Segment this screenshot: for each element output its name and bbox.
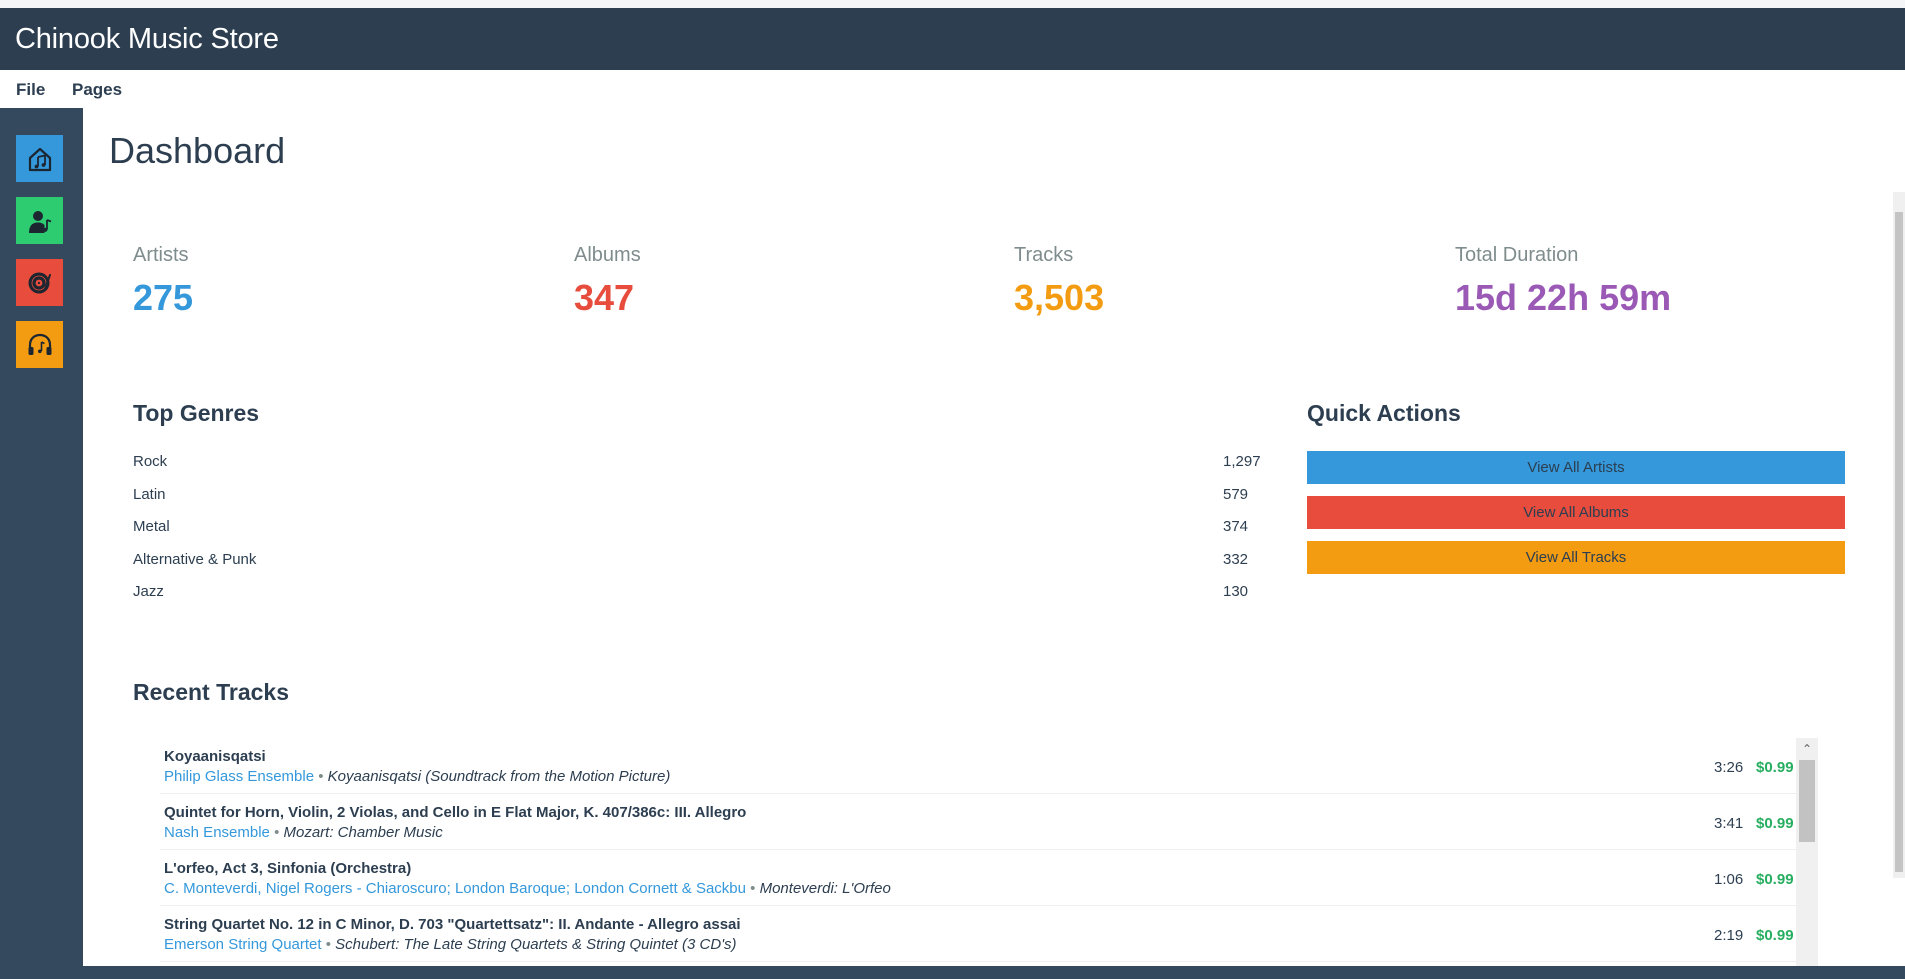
separator: • [318, 768, 328, 785]
track-price: $0.99 [1756, 871, 1794, 888]
track-duration: 1:06 [1714, 871, 1744, 888]
track-meta: Emerson String Quartet • Schubert: The L… [164, 936, 737, 953]
track-meta: C. Monteverdi, Nigel Rogers - Chiaroscur… [164, 880, 891, 897]
stat-value: 275 [133, 277, 194, 318]
genre-name: Rock [133, 453, 168, 470]
stat-value: 347 [574, 277, 635, 318]
genre-name: Metal [133, 518, 170, 535]
sidebar [0, 108, 83, 979]
track-row[interactable]: String Quartet No. 12 in C Minor, D. 703… [160, 906, 1796, 962]
recent-tracks-title: Recent Tracks [133, 679, 289, 705]
track-meta: Philip Glass Ensemble • Koyaanisqatsi (S… [164, 768, 670, 785]
stat-tracks: Tracks 3,503 [1014, 244, 1104, 319]
vinyl-record-icon [28, 272, 51, 293]
app-header: Chinook Music Store [0, 8, 1905, 70]
page-scrollbar[interactable] [1893, 192, 1905, 878]
genre-name: Jazz [133, 583, 164, 600]
track-name: Quintet for Horn, Violin, 2 Violas, and … [164, 804, 747, 821]
home-music-icon [28, 147, 51, 171]
headphones-icon [28, 333, 51, 355]
menu-file[interactable]: File [16, 80, 45, 100]
tracks-scrollbar-thumb[interactable] [1799, 760, 1815, 842]
separator: • [325, 936, 336, 953]
sidebar-item-tracks[interactable] [16, 321, 63, 368]
view-all-albums-button[interactable]: View All Albums [1307, 496, 1845, 529]
view-all-artists-button[interactable]: View All Artists [1307, 451, 1845, 484]
track-artist-link[interactable]: Philip Glass Ensemble [164, 768, 314, 785]
track-album: Mozart: Chamber Music [283, 824, 443, 841]
track-row[interactable]: L'orfeo, Act 3, Sinfonia (Orchestra) C. … [160, 850, 1796, 906]
genre-row: Metal 374 [133, 518, 1258, 550]
view-all-tracks-button[interactable]: View All Tracks [1307, 541, 1845, 574]
track-price: $0.99 [1756, 815, 1794, 832]
track-row[interactable]: Koyaanisqatsi Philip Glass Ensemble • Ko… [160, 738, 1796, 794]
genre-count: 579 [1223, 486, 1249, 503]
genre-count: 1,297 [1223, 453, 1261, 470]
stat-label: Albums [574, 244, 641, 266]
track-artist-link[interactable]: Nash Ensemble [164, 824, 270, 841]
track-price: $0.99 [1756, 927, 1794, 944]
track-duration: 2:19 [1714, 927, 1744, 944]
track-artist-link[interactable]: C. Monteverdi, Nigel Rogers - Chiaroscur… [164, 880, 746, 897]
quick-actions-title: Quick Actions [1307, 400, 1461, 426]
artist-icon [28, 210, 51, 233]
page-title: Dashboard [109, 130, 286, 171]
stat-label: Total Duration [1455, 244, 1579, 266]
stat-artists: Artists 275 [133, 244, 193, 319]
genre-row: Alternative & Punk 332 [133, 551, 1258, 583]
stat-value: 15d 22h 59m [1455, 277, 1672, 318]
separator: • [750, 880, 760, 897]
menu-bar: File Pages [0, 70, 1905, 108]
genre-row: Jazz 130 [133, 583, 1258, 615]
page-scrollbar-thumb[interactable] [1895, 212, 1903, 872]
track-meta: Nash Ensemble • Mozart: Chamber Music [164, 824, 443, 841]
stat-total-duration: Total Duration 15d 22h 59m [1455, 244, 1671, 319]
sidebar-item-artists[interactable] [16, 197, 63, 244]
stat-label: Tracks [1014, 244, 1074, 266]
app-title: Chinook Music Store [15, 23, 279, 55]
track-price: $0.99 [1756, 759, 1794, 776]
track-album: Monteverdi: L'Orfeo [759, 880, 891, 897]
genre-row: Rock 1,297 [133, 453, 1261, 485]
tracks-scrollbar[interactable]: ⌃ [1796, 738, 1818, 966]
genre-count: 130 [1223, 583, 1249, 600]
genre-count: 332 [1223, 551, 1249, 568]
genre-name: Latin [133, 486, 166, 503]
track-duration: 3:26 [1714, 759, 1744, 776]
track-name: String Quartet No. 12 in C Minor, D. 703… [164, 916, 741, 933]
scroll-up-arrow-icon[interactable]: ⌃ [1796, 738, 1818, 760]
sidebar-item-home[interactable] [16, 135, 63, 182]
genre-name: Alternative & Punk [133, 551, 257, 568]
track-album: Schubert: The Late String Quartets & Str… [335, 936, 737, 953]
track-name: Koyaanisqatsi [164, 748, 266, 765]
recent-tracks-list: Koyaanisqatsi Philip Glass Ensemble • Ko… [160, 738, 1796, 966]
window-top-strip [0, 0, 1905, 8]
track-row[interactable]: Quintet for Horn, Violin, 2 Violas, and … [160, 794, 1796, 850]
genre-count: 374 [1223, 518, 1249, 535]
stat-albums: Albums 347 [574, 244, 641, 319]
sidebar-item-albums[interactable] [16, 259, 63, 306]
window-bottom-bar [83, 966, 1905, 979]
genre-row: Latin 579 [133, 486, 1258, 518]
track-artist-link[interactable]: Emerson String Quartet [164, 936, 322, 953]
track-album: Koyaanisqatsi (Soundtrack from the Motio… [327, 768, 671, 785]
track-duration: 3:41 [1714, 815, 1744, 832]
stat-label: Artists [133, 244, 189, 266]
top-genres-title: Top Genres [133, 400, 260, 426]
menu-pages[interactable]: Pages [72, 80, 122, 100]
stat-value: 3,503 [1014, 277, 1105, 318]
track-name: L'orfeo, Act 3, Sinfonia (Orchestra) [164, 860, 412, 877]
